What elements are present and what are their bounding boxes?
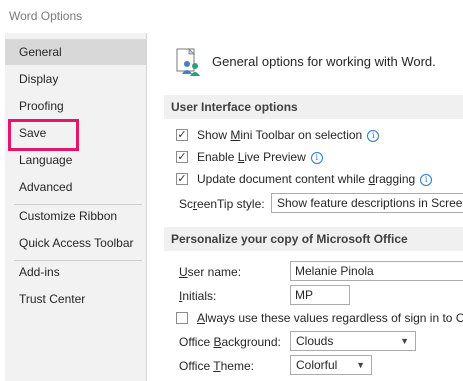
office-theme-label: Office Theme:	[179, 359, 254, 373]
info-icon[interactable]: i	[367, 130, 380, 142]
sidebar-item-customize-ribbon[interactable]: Customize Ribbon	[5, 203, 146, 229]
office-background-select[interactable]: Clouds ▼	[290, 331, 416, 351]
mini-toolbar-checkbox[interactable]: ✓	[176, 129, 188, 141]
people-settings-icon	[176, 48, 200, 76]
section-ui-options: User Interface options	[164, 95, 463, 119]
sidebar-item-proofing[interactable]: Proofing	[5, 93, 146, 119]
info-icon[interactable]: i	[310, 152, 323, 164]
sidebar-item-general[interactable]: General	[5, 39, 146, 65]
sidebar-item-add-ins[interactable]: Add-ins	[5, 259, 146, 285]
office-theme-select[interactable]: Colorful ▼	[290, 355, 372, 375]
screentip-style-select[interactable]: Show feature descriptions in ScreenTips	[271, 193, 463, 213]
window-title: Word Options	[9, 9, 83, 23]
mini-toolbar-label: Show Mini Toolbar on selection i	[197, 128, 380, 142]
page-header: General options for working with Word.	[212, 54, 436, 69]
chevron-down-icon: ▼	[356, 360, 365, 370]
sidebar-item-display[interactable]: Display	[5, 66, 146, 92]
sidebar: General Display Proofing Save Language A…	[5, 33, 147, 381]
office-theme-value: Colorful	[296, 358, 338, 372]
initials-label: Initials:	[179, 289, 217, 303]
options-content: General options for working with Word. U…	[152, 33, 463, 381]
screentip-style-label: ScreenTip style:	[179, 197, 265, 211]
chevron-down-icon: ▼	[400, 336, 409, 346]
title-bar: Word Options	[0, 0, 463, 33]
info-icon[interactable]: i	[420, 174, 433, 186]
office-background-value: Clouds	[296, 334, 334, 348]
live-preview-label: Enable Live Preview i	[197, 150, 323, 164]
update-dragging-label: Update document content while dragging i	[197, 172, 433, 186]
sidebar-item-trust-center[interactable]: Trust Center	[5, 286, 146, 312]
initials-input[interactable]: MP	[290, 285, 350, 305]
update-dragging-checkbox[interactable]: ✓	[176, 173, 188, 185]
screentip-style-value: Show feature descriptions in ScreenTips	[277, 196, 463, 210]
username-label: User name:	[179, 265, 242, 279]
live-preview-checkbox[interactable]: ✓	[176, 151, 188, 163]
section-personalize: Personalize your copy of Microsoft Offic…	[164, 227, 463, 251]
always-use-checkbox[interactable]	[176, 312, 188, 324]
always-use-label: Always use these values regardless of si…	[197, 311, 463, 325]
save-highlight-box	[8, 119, 79, 151]
sidebar-item-advanced[interactable]: Advanced	[5, 174, 146, 200]
sidebar-item-quick-access-toolbar[interactable]: Quick Access Toolbar	[5, 230, 146, 256]
office-background-label: Office Background:	[179, 335, 281, 349]
username-input[interactable]: Melanie Pinola	[290, 261, 463, 281]
